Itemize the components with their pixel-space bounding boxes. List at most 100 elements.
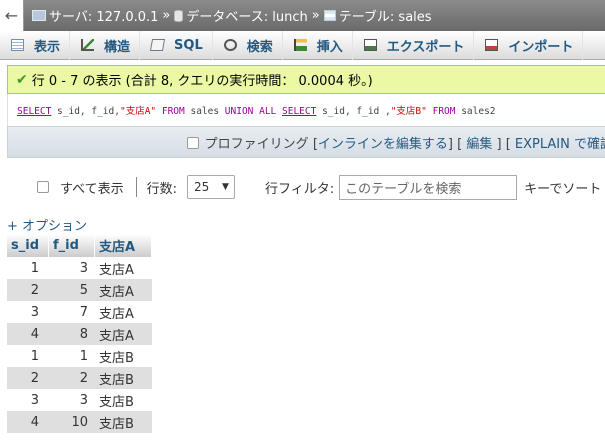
insert-icon [293, 39, 307, 51]
breadcrumb-table-label[interactable]: テーブル: sales [339, 6, 432, 25]
cell-s-id: 1 [7, 257, 49, 279]
table-row[interactable]: 2 5 支店A [7, 279, 152, 301]
table-row[interactable]: 3 7 支店A [7, 301, 152, 323]
bracket: [ [308, 136, 318, 152]
table-header-row: s_id f_id 支店A [7, 234, 152, 257]
cell-branch: 支店B [95, 367, 152, 389]
tab-label: 構造 [104, 39, 131, 55]
server-icon [32, 10, 46, 21]
cell-branch: 支店A [95, 301, 152, 323]
table-row[interactable]: 3 3 支店B [7, 389, 152, 411]
sql-keyword: UNION ALL [224, 106, 277, 117]
cell-f-id: 5 [49, 279, 95, 301]
bracket: ] [ [492, 136, 515, 152]
column-header-s-id[interactable]: s_id [7, 234, 49, 257]
breadcrumb-server[interactable]: サーバ: 127.0.0.1 [24, 6, 158, 25]
profiling-label[interactable]: プロファイリング [205, 137, 309, 152]
row-filter-input[interactable]: このテーブルを検索 [339, 174, 518, 200]
cell-branch: 支店A [95, 257, 152, 279]
show-all-label[interactable]: すべて表示 [60, 178, 124, 197]
database-icon [174, 9, 184, 22]
sql-text: s_id, f_id, [51, 106, 120, 117]
bracket: ] [ [447, 136, 467, 152]
row-filter-label: 行フィルタ: [264, 181, 335, 197]
breadcrumb-separator: » [311, 8, 320, 23]
table-row[interactable]: 1 1 支店B [7, 345, 152, 367]
column-header-shiten-a[interactable]: 支店A [95, 234, 152, 257]
rows-select[interactable]: 25 ▼ [186, 175, 235, 199]
tab-browse[interactable]: 表示 [0, 30, 71, 60]
sql-keyword[interactable]: SELECT [282, 106, 316, 117]
breadcrumb-database-label[interactable]: データベース: lunch [186, 6, 307, 25]
table-row[interactable]: 4 8 支店A [7, 323, 152, 345]
breadcrumb-server-label[interactable]: サーバ: 127.0.0.1 [49, 6, 158, 25]
sql-string: "支店B" [390, 106, 427, 117]
sql-query-display: SELECT s_id, f_id,"支店A" FROM sales UNION… [7, 94, 605, 126]
cell-f-id: 3 [49, 389, 95, 411]
search-icon [223, 39, 237, 51]
cell-s-id: 1 [7, 345, 49, 367]
breadcrumb-database[interactable]: データベース: lunch [174, 6, 308, 25]
sql-keyword[interactable]: SELECT [17, 106, 51, 117]
success-message: ✔ 行 0 - 7 の表示 (合計 8, クエリの実行時間： 0.0004 秒。… [7, 65, 605, 94]
cell-f-id: 7 [49, 301, 95, 323]
cell-s-id: 3 [7, 301, 49, 323]
results-table: s_id f_id 支店A 1 3 支店A 2 5 支店A 3 7 支店A 4 … [7, 234, 152, 433]
breadcrumb: ← サーバ: 127.0.0.1 » データベース: lunch » テーブル:… [0, 0, 605, 31]
tab-import[interactable]: インポート [474, 30, 584, 60]
table-row[interactable]: 4 10 支店B [7, 411, 152, 433]
tab-label: SQL [174, 37, 203, 53]
tab-label: 検索 [246, 39, 273, 55]
table-row[interactable]: 2 2 支店B [7, 367, 152, 389]
profiling-checkbox[interactable] [186, 136, 199, 149]
sort-by-key-label: キーでソート [524, 181, 602, 197]
tab-insert[interactable]: 挿入 [283, 30, 353, 60]
tab-label: エクスポート [386, 39, 465, 55]
sql-string: "支店A" [119, 106, 157, 117]
sql-text: sales [184, 106, 225, 117]
cell-branch: 支店B [95, 411, 152, 433]
sql-options-bar: プロファイリング [インラインを編集する] [ 編集 ] [ EXPLAIN で… [7, 126, 605, 158]
column-header-f-id[interactable]: f_id [49, 234, 95, 257]
rows-label: 行数: [146, 181, 177, 197]
options-link[interactable]: + オプション [7, 215, 87, 234]
browse-icon [11, 39, 24, 51]
sql-icon [149, 39, 166, 51]
import-icon [485, 39, 499, 51]
cell-f-id: 3 [49, 257, 95, 279]
tab-label: 挿入 [316, 39, 343, 55]
tab-label: インポート [508, 39, 574, 55]
cell-branch: 支店A [95, 279, 152, 301]
back-arrow-icon[interactable]: ← [0, 0, 24, 31]
cell-s-id: 4 [7, 323, 49, 345]
structure-icon [81, 39, 95, 51]
sql-keyword: FROM [426, 106, 456, 117]
show-all-checkbox[interactable] [37, 181, 49, 193]
cell-s-id: 3 [7, 389, 49, 411]
sql-text: sales2 [455, 106, 496, 117]
breadcrumb-table[interactable]: テーブル: sales [323, 6, 432, 25]
tab-structure[interactable]: 構造 [70, 30, 141, 60]
row-filter-placeholder: このテーブルを検索 [345, 181, 462, 197]
sql-text: s_id, f_id , [316, 106, 391, 117]
cell-f-id: 8 [49, 323, 95, 345]
sql-keyword: FROM [156, 106, 185, 117]
inline-edit-link[interactable]: インラインを編集する [318, 137, 448, 152]
explain-link[interactable]: EXPLAIN で確認 [515, 137, 605, 152]
checkmark-icon: ✔ [16, 71, 28, 88]
cell-f-id: 2 [49, 367, 95, 389]
cell-s-id: 2 [7, 279, 49, 301]
tab-sql[interactable]: SQL [140, 30, 213, 60]
cell-f-id: 1 [49, 345, 95, 367]
export-icon [363, 39, 377, 51]
cell-s-id: 2 [7, 367, 49, 389]
divider [135, 177, 137, 197]
edit-link[interactable]: 編集 [466, 137, 492, 152]
cell-f-id: 10 [49, 411, 95, 433]
tab-search[interactable]: 検索 [213, 30, 283, 60]
table-row[interactable]: 1 3 支店A [7, 257, 152, 279]
show-all-toggle[interactable]: すべて表示 [37, 178, 124, 197]
rows-select-value: 25 [193, 180, 210, 194]
cell-branch: 支店B [95, 345, 152, 367]
tab-export[interactable]: エクスポート [353, 30, 475, 60]
